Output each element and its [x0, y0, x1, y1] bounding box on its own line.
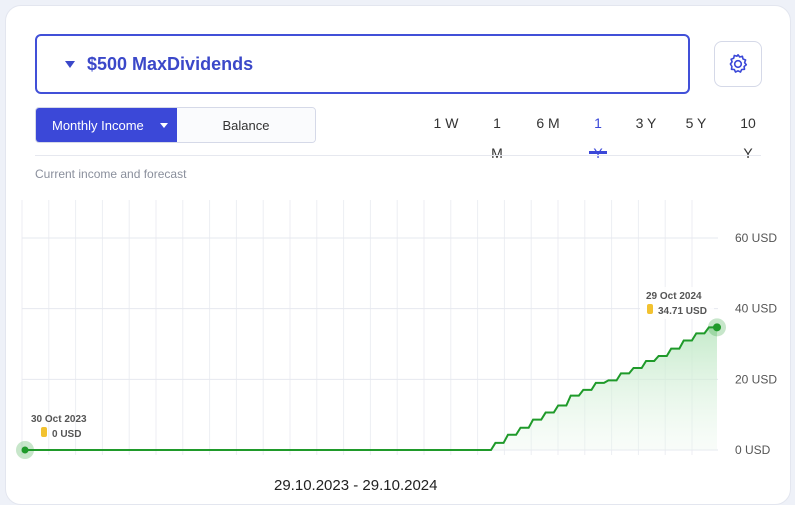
portfolio-name: $500 MaxDividends: [87, 53, 254, 74]
range-3y[interactable]: 3 Y: [635, 108, 657, 154]
end-date-label: 29 Oct 2024: [646, 291, 702, 302]
end-value-label: 34.71 USD: [658, 306, 707, 317]
y-tick-label: 0 USD: [735, 443, 771, 457]
gear-icon: [729, 54, 748, 73]
end-point[interactable]: [713, 323, 721, 332]
divider: [35, 155, 761, 156]
range-5y[interactable]: 5 Y: [685, 108, 707, 154]
start-point[interactable]: [21, 446, 29, 454]
settings-button[interactable]: [714, 41, 762, 87]
range-10y[interactable]: 10 Y: [734, 108, 762, 161]
start-tooltip: 30 Oct 2023 0 USD: [31, 414, 87, 440]
y-tick-label: 60 USD: [735, 231, 777, 245]
caret-down-icon: [65, 60, 75, 68]
income-chart: 60 USD 40 USD 20 USD 0 USD 30 Oct 2023 0 US…: [16, 200, 777, 459]
view-toggle: Monthly Income Balance: [35, 107, 316, 143]
y-tick-label: 40 USD: [735, 302, 777, 316]
end-tooltip: 29 Oct 2024 34.71 USD: [640, 287, 714, 319]
coin-icon: [647, 304, 653, 314]
time-range-tabs: 1 W 1 M 6 M 1 Y 3 Y 5 Y 10 Y: [420, 108, 770, 161]
range-6m[interactable]: 6 M: [536, 108, 560, 154]
range-1y[interactable]: 1 Y: [589, 108, 607, 161]
range-1w[interactable]: 1 W: [433, 108, 459, 154]
monthly-income-label: Monthly Income: [52, 117, 144, 133]
start-value-label: 0 USD: [52, 429, 81, 440]
monthly-income-option[interactable]: Monthly Income: [36, 108, 177, 142]
date-range-label: 29.10.2023 - 29.10.2024: [274, 477, 438, 494]
y-axis-labels: 60 USD 40 USD 20 USD 0 USD: [735, 231, 777, 457]
chevron-down-icon[interactable]: [151, 108, 177, 142]
y-tick-label: 20 USD: [735, 372, 777, 386]
coin-icon: [41, 427, 47, 437]
range-1m[interactable]: 1 M: [486, 108, 508, 161]
chart-subtitle: Current income and forecast: [35, 167, 187, 181]
balance-option[interactable]: Balance: [177, 108, 315, 142]
start-date-label: 30 Oct 2023: [31, 414, 87, 425]
portfolio-dropdown[interactable]: $500 MaxDividends: [35, 34, 690, 94]
